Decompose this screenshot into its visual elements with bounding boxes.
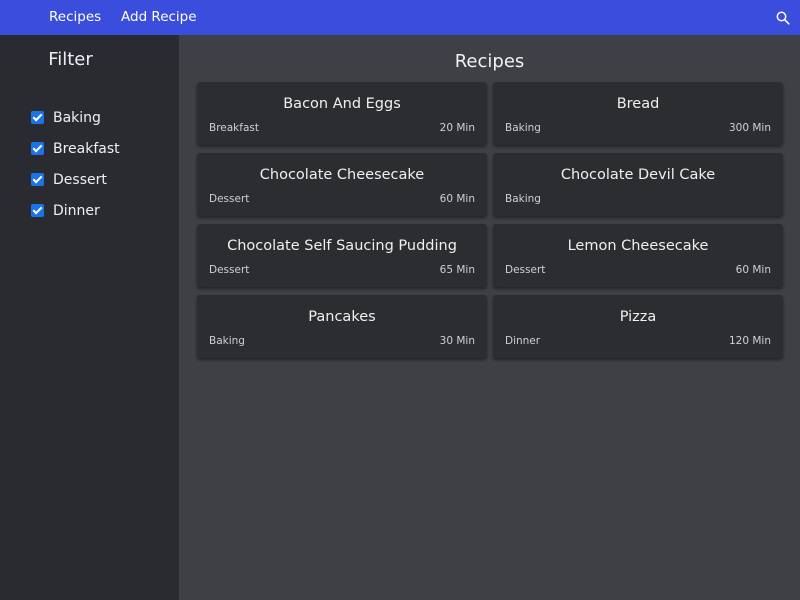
- recipe-name: Chocolate Cheesecake: [259, 167, 425, 183]
- recipe-category: Baking: [209, 335, 245, 347]
- recipe-card[interactable]: Chocolate Cheesecake Dessert 60 Min: [197, 153, 487, 216]
- recipe-name: Pancakes: [308, 309, 376, 325]
- filter-breakfast[interactable]: Breakfast: [31, 133, 120, 164]
- recipe-time: 300 Min: [728, 122, 771, 134]
- recipe-name: Lemon Cheesecake: [567, 238, 709, 254]
- filter-dinner[interactable]: Dinner: [31, 195, 120, 226]
- recipe-card[interactable]: Pancakes Baking 30 Min: [197, 295, 487, 358]
- recipe-card[interactable]: Bacon And Eggs Breakfast 20 Min: [197, 82, 487, 145]
- recipe-name: Pizza: [619, 309, 657, 325]
- nav-recipes-link[interactable]: Recipes: [49, 9, 101, 25]
- filter-label: Dessert: [53, 171, 107, 188]
- recipe-name: Chocolate Devil Cake: [560, 167, 716, 183]
- recipe-time: 65 Min: [439, 264, 475, 276]
- filter-sidebar: Filter Baking Breakfast Dessert Dinner: [0, 35, 179, 600]
- recipe-category: Breakfast: [209, 122, 259, 134]
- filter-label: Breakfast: [53, 140, 120, 157]
- recipe-category: Baking: [505, 193, 541, 205]
- filter-title: Filter: [48, 49, 93, 70]
- filter-label: Dinner: [53, 202, 100, 219]
- recipe-card[interactable]: Lemon Cheesecake Dessert 60 Min: [493, 224, 783, 287]
- recipe-time: 120 Min: [728, 335, 771, 347]
- filter-label: Baking: [53, 109, 101, 126]
- recipe-card[interactable]: Bread Baking 300 Min: [493, 82, 783, 145]
- recipe-card[interactable]: Chocolate Devil Cake Baking: [493, 153, 783, 216]
- nav-add-recipe-link[interactable]: Add Recipe: [121, 9, 197, 25]
- recipe-category: Baking: [505, 122, 541, 134]
- recipe-card[interactable]: Chocolate Self Saucing Pudding Dessert 6…: [197, 224, 487, 287]
- recipe-category: Dessert: [505, 264, 546, 276]
- dinner-checkbox[interactable]: [31, 204, 44, 217]
- dessert-checkbox[interactable]: [31, 173, 44, 186]
- recipe-time: 20 Min: [439, 122, 475, 134]
- recipe-name: Bread: [616, 96, 660, 112]
- recipe-grid: Bacon And Eggs Breakfast 20 Min Bread Ba…: [197, 82, 783, 358]
- recipe-category: Dessert: [209, 193, 250, 205]
- recipe-category: Dessert: [209, 264, 250, 276]
- breakfast-checkbox[interactable]: [31, 142, 44, 155]
- recipe-time: 60 Min: [439, 193, 475, 205]
- recipe-time: 60 Min: [735, 264, 771, 276]
- recipe-time: 30 Min: [439, 335, 475, 347]
- filter-dessert[interactable]: Dessert: [31, 164, 120, 195]
- recipes-main: Recipes Bacon And Eggs Breakfast 20 Min …: [179, 35, 800, 600]
- recipe-category: Dinner: [505, 335, 541, 347]
- recipe-card[interactable]: Pizza Dinner 120 Min: [493, 295, 783, 358]
- baking-checkbox[interactable]: [31, 111, 44, 124]
- recipe-name: Bacon And Eggs: [283, 96, 401, 112]
- filter-list: Baking Breakfast Dessert Dinner: [31, 102, 120, 226]
- top-navbar: Recipes Add Recipe: [0, 0, 800, 35]
- page-title: Recipes: [454, 51, 525, 72]
- filter-baking[interactable]: Baking: [31, 102, 120, 133]
- recipe-name: Chocolate Self Saucing Pudding: [227, 238, 457, 254]
- search-icon[interactable]: [776, 10, 790, 25]
